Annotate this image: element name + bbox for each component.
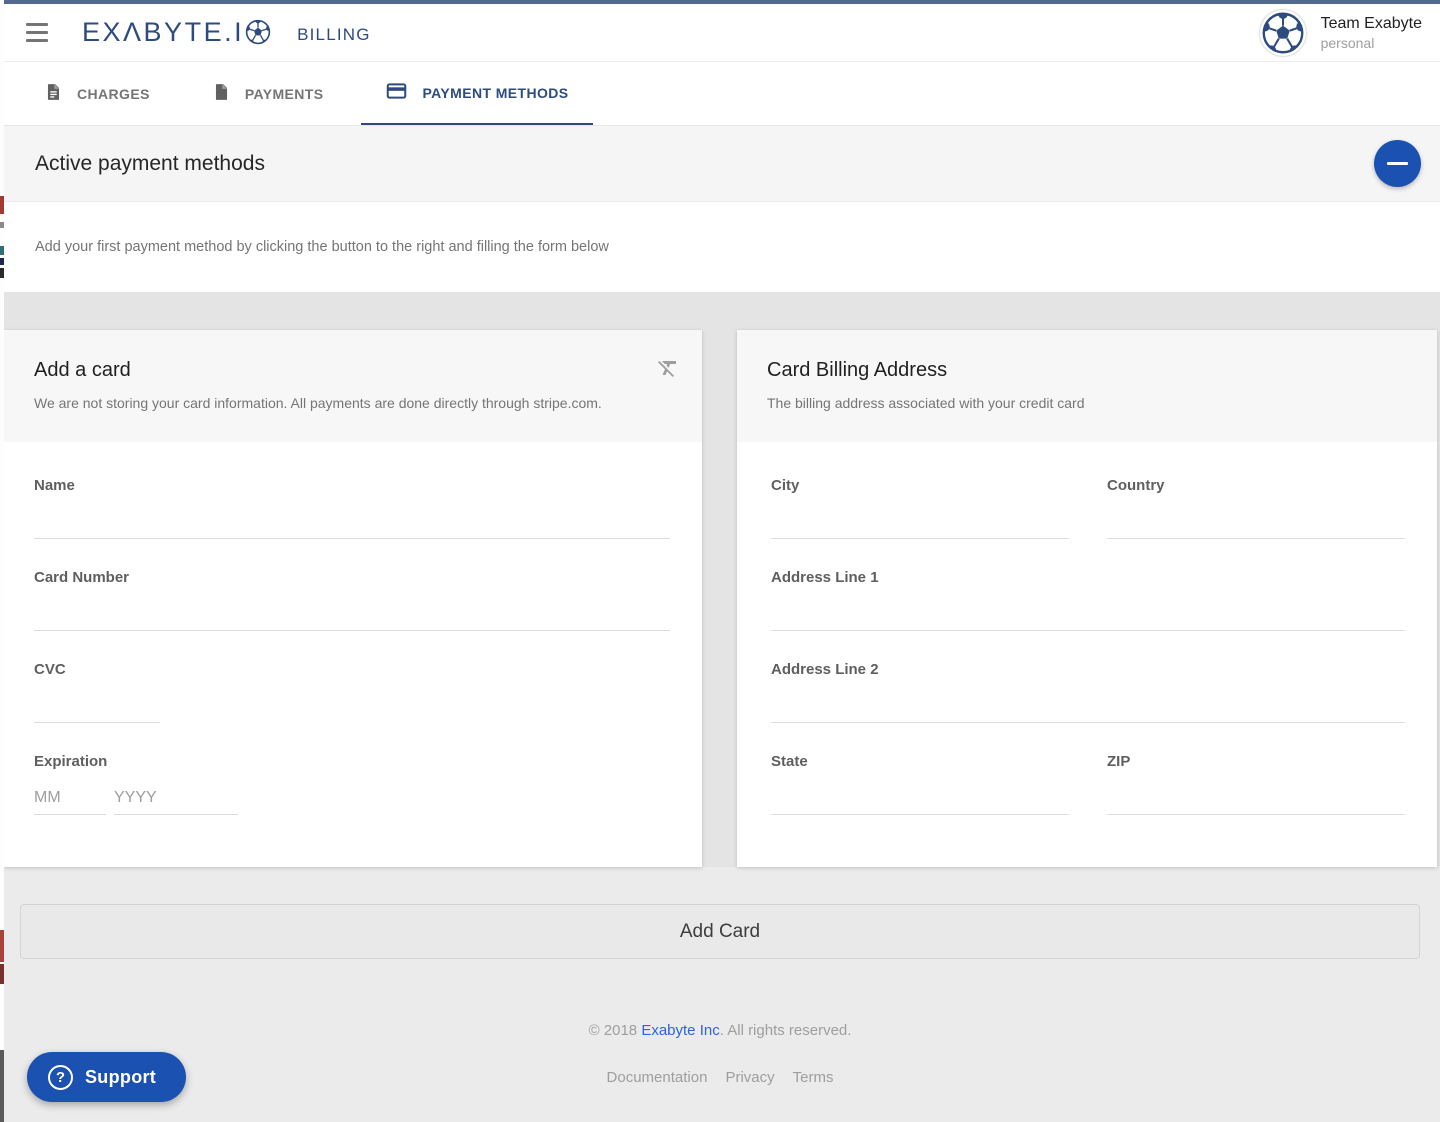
zip-label: ZIP [1107,753,1405,771]
collapse-section-button[interactable] [1374,140,1421,187]
add-card-panel-header: Add a card We are not storing your card … [4,330,702,442]
panel-subtitle: The billing address associated with your… [767,394,1407,412]
zip-input[interactable] [1107,771,1405,815]
team-name: Team Exabyte [1321,14,1422,34]
support-button[interactable]: ? Support [27,1052,186,1102]
team-switcher[interactable]: Team Exabyte personal [1260,4,1422,62]
section-description: Add your first payment method by clickin… [35,239,609,255]
city-label: City [771,477,1069,495]
footer: © 2018 Exabyte Inc. All rights reserved.… [0,1022,1440,1086]
tab-charges[interactable]: CHARGES [20,62,174,125]
minus-icon [1387,162,1408,165]
tab-label: PAYMENT METHODS [422,85,568,101]
name-label: Name [34,477,670,495]
spacer-band [0,292,1440,330]
billing-tabs: CHARGES PAYMENTS PAYMENT METHODS [0,62,1440,126]
document-icon [44,81,63,106]
state-label: State [771,753,1069,771]
card-number-input[interactable] [34,587,670,631]
card-number-label: Card Number [34,569,670,587]
documentation-link[interactable]: Documentation [607,1069,708,1086]
add-card-button[interactable]: Add Card [20,904,1420,959]
terms-link[interactable]: Terms [793,1069,834,1086]
brand-logo[interactable]: EXΛBYTE.I [82,17,271,48]
team-type: personal [1321,34,1422,52]
page-edge-artifact [0,0,4,1122]
credit-card-icon [385,81,408,104]
section-title: Active payment methods [35,152,265,176]
brand-logo-text: EXΛBYTE.I [82,17,244,48]
footer-links: Documentation Privacy Terms [0,1069,1440,1086]
document-icon [212,81,231,106]
page-title: BILLING [297,25,371,45]
address-line-1-label: Address Line 1 [771,569,1405,587]
panel-title: Add a card [34,358,672,382]
company-link[interactable]: Exabyte Inc [641,1022,719,1039]
support-label: Support [85,1067,156,1088]
address-line-2-label: Address Line 2 [771,661,1405,679]
expiration-label: Expiration [34,753,670,771]
add-card-panel: Add a card We are not storing your card … [4,330,702,867]
bottom-area: Add Card © 2018 Exabyte Inc. All rights … [0,904,1440,1086]
tab-payments[interactable]: PAYMENTS [188,62,348,125]
hamburger-menu-icon[interactable] [22,17,52,48]
privacy-link[interactable]: Privacy [725,1069,774,1086]
cvc-input[interactable] [34,679,160,723]
add-card-panel-body: Name Card Number CVC Expiration [4,442,702,855]
expiration-year-input[interactable] [114,781,238,815]
app-header: EXΛBYTE.I BILLING [0,4,1440,62]
state-input[interactable] [771,771,1069,815]
tab-label: PAYMENTS [245,86,324,102]
name-input[interactable] [34,495,670,539]
billing-address-panel-body: City Country Address Line 1 Address Line… [737,442,1437,855]
billing-address-panel-header: Card Billing Address The billing address… [737,330,1437,442]
section-description-row: Add your first payment method by clickin… [0,202,1440,292]
payment-form-area: Add a card We are not storing your card … [0,330,1440,867]
active-payment-methods-header: Active payment methods [0,126,1440,202]
address-line-2-input[interactable] [771,679,1405,723]
expiration-month-input[interactable] [34,781,106,815]
soccer-ball-icon [245,19,271,48]
panel-title: Card Billing Address [767,358,1407,382]
copyright-prefix: © 2018 [589,1022,642,1039]
team-avatar-soccer-ball-icon [1260,10,1306,56]
country-input[interactable] [1107,495,1405,539]
help-icon: ? [48,1065,73,1090]
city-input[interactable] [771,495,1069,539]
copyright-suffix: . All rights reserved. [720,1022,852,1039]
country-label: Country [1107,477,1405,495]
tab-payment-methods[interactable]: PAYMENT METHODS [361,62,592,125]
copyright-text: © 2018 Exabyte Inc. All rights reserved. [0,1022,1440,1039]
cvc-label: CVC [34,661,670,679]
tab-label: CHARGES [77,86,150,102]
format-clear-icon [656,368,680,383]
billing-address-panel: Card Billing Address The billing address… [737,330,1437,867]
address-line-1-input[interactable] [771,587,1405,631]
clear-form-button[interactable] [654,354,682,385]
panel-subtitle: We are not storing your card information… [34,394,672,412]
